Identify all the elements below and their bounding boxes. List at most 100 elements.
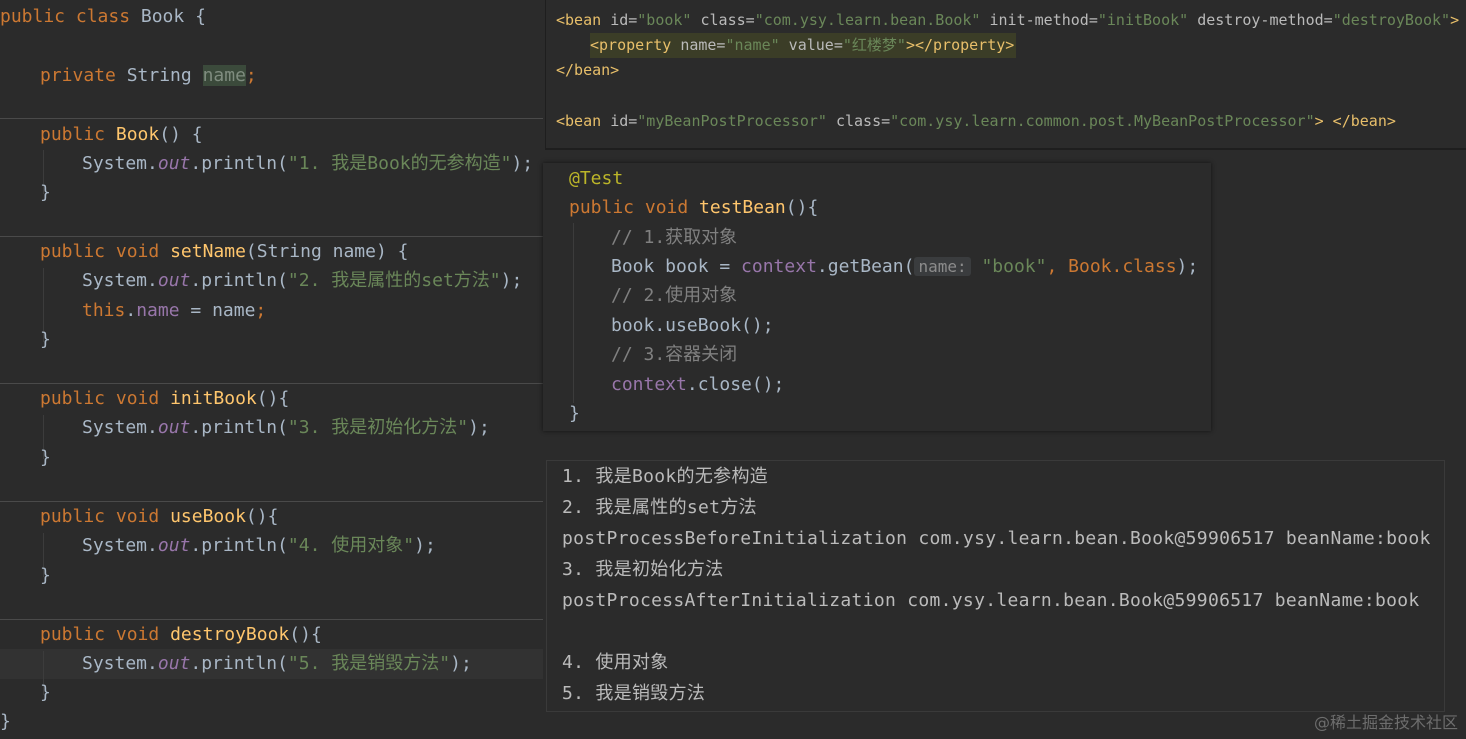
code-line-setname: public void setName(String name) { bbox=[40, 237, 408, 266]
keyword: private bbox=[40, 65, 116, 86]
test-annotation: @Test bbox=[569, 168, 624, 189]
string-literal: "1. 我是Book的无参构造" bbox=[287, 153, 512, 174]
xml-value: "destroyBook" bbox=[1332, 11, 1451, 29]
code-line-destroybook: public void destroyBook(){ bbox=[40, 620, 322, 649]
xml-value: "myBeanPostProcessor" bbox=[637, 112, 827, 130]
xml-value: "name" bbox=[725, 36, 780, 54]
xml-tag: <bean bbox=[556, 112, 611, 130]
code-text: System. bbox=[82, 417, 158, 438]
xml-tag: > bbox=[1450, 11, 1460, 29]
console-output-panel: 1. 我是Book的无参构造 2. 我是属性的set方法 postProcess… bbox=[546, 460, 1445, 712]
xml-line-postprocessor-bean: <bean id="myBeanPostProcessor" class="co… bbox=[556, 109, 1396, 134]
keyword: public class bbox=[0, 6, 131, 27]
code-text: System. bbox=[82, 153, 158, 174]
code-text: .close(); bbox=[686, 374, 785, 395]
method-name: destroyBook bbox=[170, 624, 290, 645]
code-text: .getBean( bbox=[816, 256, 915, 277]
method-name: initBook bbox=[170, 388, 257, 409]
code-line-brace: } bbox=[569, 403, 580, 424]
code-text: Book book = bbox=[611, 256, 742, 277]
xml-attr: value= bbox=[779, 36, 843, 54]
xml-value: "com.ysy.learn.bean.Book" bbox=[754, 11, 981, 29]
code-text: = name bbox=[179, 300, 256, 321]
string-literal: "5. 我是销毁方法" bbox=[287, 653, 451, 674]
code-line-initbook: public void initBook(){ bbox=[40, 384, 289, 413]
semicolon: ; bbox=[255, 300, 267, 321]
code-line-println: System.out.println("2. 我是属性的set方法"); bbox=[82, 266, 522, 295]
xml-tag: ></property> bbox=[905, 36, 1015, 54]
indent-guide bbox=[573, 223, 574, 403]
keyword: public void bbox=[40, 624, 160, 645]
code-line-field: private String name; bbox=[40, 61, 257, 90]
code-line-println: System.out.println("5. 我是销毁方法"); bbox=[82, 649, 472, 678]
code-text: .println( bbox=[190, 417, 288, 438]
code-line-println: System.out.println("4. 使用对象"); bbox=[82, 531, 436, 560]
keyword: class bbox=[1122, 256, 1177, 277]
comment-get-object: // 1.获取对象 bbox=[611, 227, 738, 248]
code-line-brace: } bbox=[40, 182, 51, 203]
comment-use-object: // 2.使用对象 bbox=[611, 285, 738, 306]
string-literal: "4. 使用对象" bbox=[287, 535, 415, 556]
code-line-brace: } bbox=[40, 565, 51, 586]
code-line-testbean-sig: public void testBean(){ bbox=[569, 193, 818, 223]
code-text: System. bbox=[82, 270, 158, 291]
console-line: postProcessAfterInitialization com.ysy.l… bbox=[562, 590, 1420, 611]
code-line-usebook: public void useBook(){ bbox=[40, 502, 278, 531]
keyword: public void bbox=[40, 241, 160, 262]
code-text: ); bbox=[511, 153, 534, 174]
code-text: . bbox=[125, 300, 137, 321]
xml-tag: <bean bbox=[556, 11, 611, 29]
method-name: Book bbox=[115, 124, 160, 145]
code-text: ); bbox=[450, 653, 472, 674]
code-line-println: System.out.println("1. 我是Book的无参构造"); bbox=[82, 149, 533, 178]
class-name: Book { bbox=[130, 6, 206, 27]
code-line-brace: } bbox=[40, 329, 51, 350]
keyword: public void bbox=[40, 388, 160, 409]
code-text: (){ bbox=[245, 506, 279, 527]
console-line: 4. 使用对象 bbox=[562, 652, 669, 673]
console-line: postProcessBeforeInitialization com.ysy.… bbox=[562, 528, 1431, 549]
code-line-brace: } bbox=[40, 682, 51, 703]
xml-config-panel: <bean id="book" class="com.ysy.learn.bea… bbox=[545, 0, 1466, 150]
console-line: 2. 我是属性的set方法 bbox=[562, 497, 757, 518]
xml-tag: <property bbox=[590, 36, 681, 54]
xml-value: "com.ysy.learn.common.post.MyBeanPostPro… bbox=[890, 112, 1315, 130]
type: String bbox=[115, 65, 203, 86]
field-name: name bbox=[136, 300, 180, 321]
xml-attr: class= bbox=[691, 11, 755, 29]
watermark: @稀土掘金技术社区 bbox=[1313, 713, 1458, 732]
static-field: out bbox=[157, 270, 191, 291]
xml-value: "红楼梦" bbox=[842, 36, 906, 54]
semicolon: ; bbox=[245, 65, 257, 86]
code-text: (){ bbox=[289, 624, 322, 645]
xml-attr: id= bbox=[610, 112, 638, 130]
keyword: public void bbox=[40, 506, 160, 527]
xml-attr: destroy-method= bbox=[1188, 11, 1333, 29]
xml-line-property: <property name="name" value="红楼梦"></prop… bbox=[590, 33, 1017, 58]
xml-line-bean-open: <bean id="book" class="com.ysy.learn.bea… bbox=[556, 8, 1459, 33]
string-literal: "3. 我是初始化方法" bbox=[287, 417, 469, 438]
method-separator bbox=[0, 118, 543, 119]
xml-attr: id= bbox=[610, 11, 638, 29]
code-line-brace: } bbox=[40, 447, 51, 468]
method-name: useBook bbox=[170, 506, 246, 527]
code-text: .println( bbox=[190, 270, 288, 291]
code-text: .println( bbox=[190, 535, 288, 556]
code-line-assign: this.name = name; bbox=[82, 296, 266, 325]
code-line-println: System.out.println("3. 我是初始化方法"); bbox=[82, 413, 490, 442]
code-text: ); bbox=[500, 270, 523, 291]
code-line-class-decl: public class Book { bbox=[0, 2, 206, 31]
code-text: .println( bbox=[190, 653, 288, 674]
test-method-panel: @Test public void testBean(){ // 1.获取对象 … bbox=[543, 163, 1211, 431]
string-literal: "book" bbox=[970, 256, 1047, 277]
field-name: name bbox=[202, 65, 246, 86]
method-name: testBean bbox=[688, 197, 786, 218]
string-literal: "2. 我是属性的set方法" bbox=[287, 270, 501, 291]
code-line-usebook-call: book.useBook(); bbox=[611, 315, 774, 336]
keyword: public void bbox=[569, 197, 689, 218]
code-text: (){ bbox=[256, 388, 290, 409]
parameter-hint: name: bbox=[914, 257, 971, 276]
static-field: out bbox=[157, 153, 191, 174]
keyword: this bbox=[82, 300, 126, 321]
code-line-constructor: public Book() { bbox=[40, 120, 203, 149]
